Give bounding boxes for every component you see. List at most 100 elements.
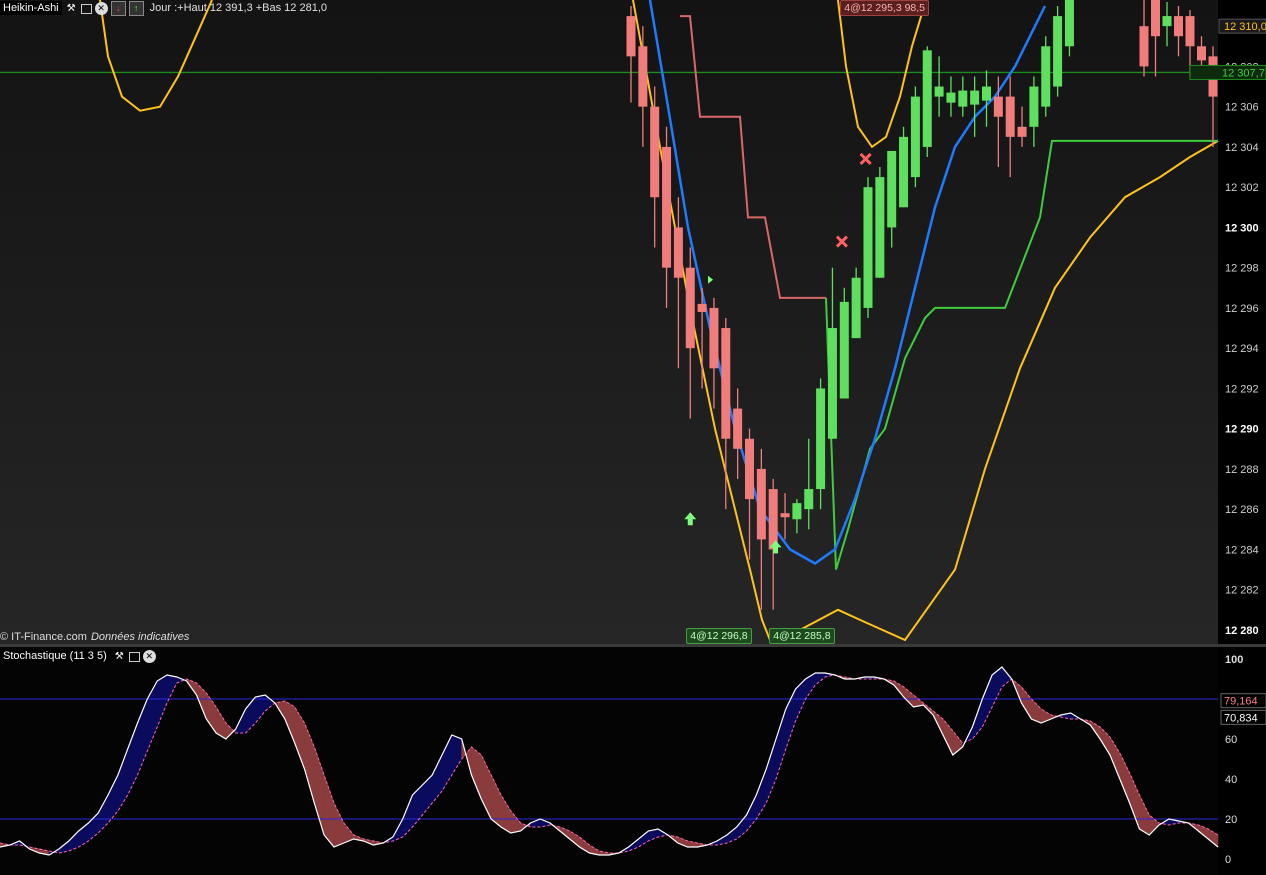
sell-arrow-icon[interactable]: ↓ <box>110 0 126 16</box>
candle-body <box>839 301 849 399</box>
stochastic-fill-segment <box>107 774 119 824</box>
sell-cross-marker <box>835 235 848 248</box>
price-tick-label: 12 292 <box>1225 383 1259 395</box>
stochastic-fill-segment <box>127 722 138 796</box>
stochastic-fill-segment <box>294 705 305 770</box>
price-tick-label: 12 304 <box>1225 142 1259 154</box>
stochastic-fill-segment <box>1139 794 1150 836</box>
candle-body <box>887 150 897 228</box>
stochastic-tick-label: 40 <box>1225 774 1237 786</box>
buy-arrow-marker <box>684 512 697 526</box>
candle-body <box>780 513 790 518</box>
candle-body <box>922 50 932 147</box>
stochastic-fill-segment <box>156 674 168 728</box>
stochastic-fill-segment <box>1148 814 1160 836</box>
candle-body <box>1185 16 1195 47</box>
data-credit: © IT-Finance.com Données indicatives <box>0 631 189 643</box>
stochastic-fill-segment <box>412 784 423 828</box>
window-icon[interactable] <box>80 3 92 14</box>
wrench-icon[interactable]: ⚒ <box>113 650 126 663</box>
candle-body <box>638 46 648 107</box>
order-annotation: 4@12 295,3 98,5 <box>840 0 930 16</box>
price-chart-panel[interactable]: 12 280 12 282 12 284 12 286 12 288 12 290 12 2… <box>0 0 1266 646</box>
close-icon[interactable]: ✕ <box>94 1 108 15</box>
stochastic-fill-segment <box>422 774 433 816</box>
candle-body <box>993 96 1003 117</box>
stop-line-red <box>680 15 826 299</box>
candle-body <box>934 86 944 97</box>
order-annotation: 4@12 285,8 <box>769 628 835 644</box>
candle-body <box>982 86 991 101</box>
stochastic-fill-segment <box>147 680 158 752</box>
stochastic-fill-segment <box>1129 772 1140 830</box>
credit-source: © IT-Finance.com <box>0 631 87 643</box>
buy-arrow-icon[interactable]: ↑ <box>128 0 144 16</box>
stochastic-panel[interactable]: 0 20 40 60 100 79,164 70,834 <box>0 647 1266 875</box>
stochastic-fill-segment <box>431 754 443 804</box>
price-tick-label: 12 282 <box>1225 585 1259 597</box>
price-tick-label: 12 300 <box>1225 222 1259 234</box>
bollinger-upper-left <box>99 0 213 112</box>
price-line-label: 12 307,7 <box>1222 67 1265 79</box>
stochastic-fill-segment <box>510 810 521 834</box>
stochastic-fill-segment <box>451 734 462 777</box>
candle-body <box>851 277 861 339</box>
close-icon[interactable]: ✕ <box>142 649 156 663</box>
price-tick-label: 12 288 <box>1225 464 1259 476</box>
wrench-icon[interactable]: ⚒ <box>65 2 78 15</box>
credit-note: Données indicatives <box>90 631 190 643</box>
candle-body <box>1162 16 1172 27</box>
candle-body <box>1174 16 1183 37</box>
price-tick-label: 12 306 <box>1225 102 1259 114</box>
candle-body <box>816 388 826 490</box>
candle-body <box>756 468 766 540</box>
stochastic-tick-label: 20 <box>1225 814 1237 826</box>
window-icon[interactable] <box>128 651 140 662</box>
stochastic-fill-segment <box>903 686 914 708</box>
candle-body <box>1197 46 1206 61</box>
candle-body <box>1139 26 1149 67</box>
candle-body <box>1017 126 1027 137</box>
stochastic-k-line <box>0 666 1219 856</box>
candle-body <box>721 328 731 439</box>
stochastic-tick-label: 100 <box>1225 654 1243 666</box>
price-tick-label: 12 286 <box>1225 504 1259 516</box>
candle-body <box>673 227 683 278</box>
price-tick-label: 12 290 <box>1225 424 1259 436</box>
day-high-low-info: Jour :+Haut 12 391,3 +Bas 12 281,0 <box>149 2 327 14</box>
candle-body <box>650 106 660 198</box>
signal-marker <box>708 275 714 284</box>
stochastic-fill-segment <box>196 682 207 720</box>
stochastic-fill-segment <box>1021 686 1032 721</box>
stochastic-fill-segment <box>471 746 482 800</box>
stochastic-fill-segment <box>765 738 777 804</box>
candle-body <box>662 146 672 268</box>
stochastic-axis-bg <box>1218 647 1266 875</box>
stochastic-fill-segment <box>981 674 993 728</box>
candle-body <box>733 408 743 449</box>
stochastic-title: Stochastique (11 3 5) <box>0 649 110 663</box>
candle-body <box>827 328 837 439</box>
candle-body <box>1064 0 1074 47</box>
stochastic-tick-label: 60 <box>1225 734 1237 746</box>
candle-body <box>970 90 980 105</box>
candle-body <box>958 90 968 107</box>
stochastic-fill-segment <box>805 672 816 700</box>
stochastic-chart-svg[interactable]: 0 20 40 60 100 79,164 70,834 <box>0 647 1266 875</box>
candle-body <box>946 92 956 103</box>
price-chart-svg[interactable]: 12 280 12 282 12 284 12 286 12 288 12 290 12 2… <box>0 0 1266 646</box>
candle-body <box>626 16 636 57</box>
candle-body <box>875 177 885 278</box>
price-tick-label: 12 296 <box>1225 303 1259 315</box>
stochastic-tick-label: 0 <box>1225 854 1231 866</box>
candle-body <box>768 489 778 550</box>
order-annotation: 4@12 296,8 <box>686 628 752 644</box>
candle-body <box>863 187 873 308</box>
price-tick-label: 12 294 <box>1225 343 1259 355</box>
candle-body <box>1005 96 1015 137</box>
candle-body <box>745 438 754 500</box>
stochastic-fill-segment <box>775 708 787 780</box>
stochastic-fill-segment <box>264 694 276 712</box>
candle-body <box>899 136 909 208</box>
stochastic-fill-segment <box>638 830 649 848</box>
